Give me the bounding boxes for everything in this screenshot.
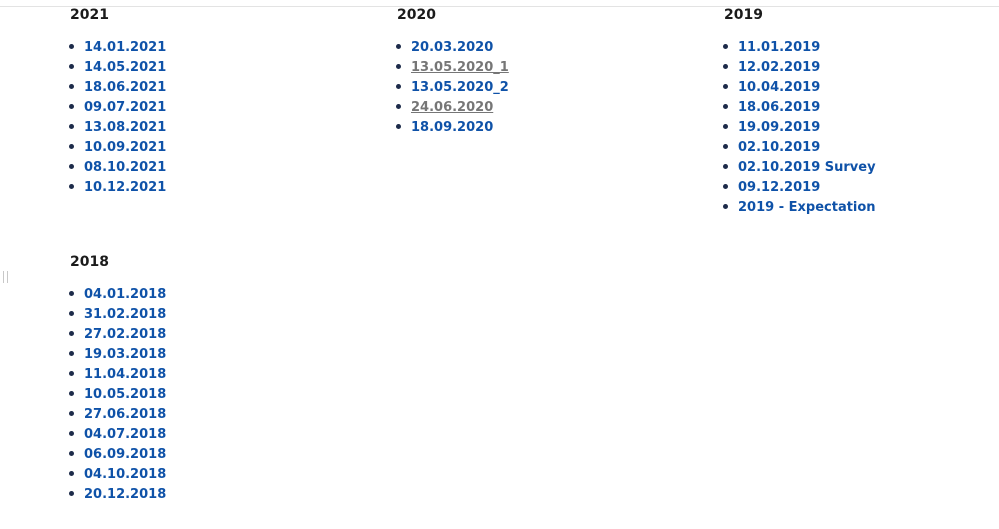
list-item: 18.09.2020 [396, 116, 509, 136]
date-link[interactable]: 31.02.2018 [84, 307, 166, 322]
list-item: 18.06.2021 [68, 76, 166, 96]
list-item: 18.06.2019 [723, 96, 876, 116]
date-link[interactable]: 14.01.2021 [84, 40, 166, 55]
date-link[interactable]: 13.05.2020_1 [411, 60, 509, 75]
date-link[interactable]: 04.01.2018 [84, 287, 166, 302]
date-link[interactable]: 10.04.2019 [738, 80, 820, 95]
list-item: 02.10.2019 [723, 136, 876, 156]
date-link[interactable]: 09.12.2019 [738, 180, 820, 195]
list-item: 11.04.2018 [68, 363, 166, 383]
list-item: 09.07.2021 [68, 96, 166, 116]
list-item: 04.10.2018 [68, 463, 166, 483]
date-link-list: 04.01.2018 31.02.2018 27.02.2018 19.03.2018… [68, 283, 166, 503]
date-link[interactable]: 10.05.2018 [84, 387, 166, 402]
list-item: 09.12.2019 [723, 176, 876, 196]
date-link[interactable]: 19.09.2019 [738, 120, 820, 135]
date-link[interactable]: 12.02.2019 [738, 60, 820, 75]
list-item: 31.02.2018 [68, 303, 166, 323]
list-item: 19.03.2018 [68, 343, 166, 363]
list-item: 13.08.2021 [68, 116, 166, 136]
list-item: 04.01.2018 [68, 283, 166, 303]
date-link[interactable]: 11.01.2019 [738, 40, 820, 55]
date-link-list: 14.01.2021 14.05.2021 18.06.2021 09.07.2021… [68, 36, 166, 196]
list-item: 14.01.2021 [68, 36, 166, 56]
date-link[interactable]: 10.12.2021 [84, 180, 166, 195]
date-link[interactable]: 02.10.2019 [738, 140, 820, 155]
year-section-2020: 2020 20.03.2020 13.05.2020_1 13.05.2020_2 2… [396, 6, 509, 136]
list-item: 13.05.2020_2 [396, 76, 509, 96]
year-section-2019: 2019 11.01.2019 12.02.2019 10.04.2019 18.06… [723, 6, 876, 216]
year-heading: 2021 [70, 7, 109, 23]
list-item: 27.06.2018 [68, 403, 166, 423]
date-link-list: 11.01.2019 12.02.2019 10.04.2019 18.06.2019… [723, 36, 876, 216]
date-link[interactable]: 27.06.2018 [84, 407, 166, 422]
date-link[interactable]: 20.03.2020 [411, 40, 493, 55]
date-link-list: 20.03.2020 13.05.2020_1 13.05.2020_2 24.06.… [396, 36, 509, 136]
year-heading: 2020 [397, 7, 436, 23]
date-link[interactable]: 20.12.2018 [84, 487, 166, 502]
list-item: 06.09.2018 [68, 443, 166, 463]
date-link[interactable]: 06.09.2018 [84, 447, 166, 462]
date-link[interactable]: 04.07.2018 [84, 427, 166, 442]
list-item: 10.04.2019 [723, 76, 876, 96]
list-item: 14.05.2021 [68, 56, 166, 76]
list-item: 13.05.2020_1 [396, 56, 509, 76]
date-link[interactable]: 02.10.2019 Survey [738, 160, 876, 175]
date-link[interactable]: 2019 - Expectation [738, 200, 876, 215]
list-item: 02.10.2019 Survey [723, 156, 876, 176]
year-heading: 2018 [70, 254, 109, 270]
date-link[interactable]: 24.06.2020 [411, 100, 493, 115]
date-link[interactable]: 09.07.2021 [84, 100, 166, 115]
date-link[interactable]: 11.04.2018 [84, 367, 166, 382]
date-link[interactable]: 18.09.2020 [411, 120, 493, 135]
date-link[interactable]: 13.05.2020_2 [411, 80, 509, 95]
list-item: 08.10.2021 [68, 156, 166, 176]
year-section-2018: 2018 04.01.2018 31.02.2018 27.02.2018 19.03… [68, 253, 166, 503]
list-item: 04.07.2018 [68, 423, 166, 443]
year-heading: 2019 [724, 7, 763, 23]
list-item: 20.03.2020 [396, 36, 509, 56]
list-item: 11.01.2019 [723, 36, 876, 56]
resize-handle[interactable] [3, 271, 8, 283]
list-item: 20.12.2018 [68, 483, 166, 503]
year-section-2021: 2021 14.01.2021 14.05.2021 18.06.2021 09.07… [68, 6, 166, 196]
date-link[interactable]: 18.06.2021 [84, 80, 166, 95]
date-link[interactable]: 14.05.2021 [84, 60, 166, 75]
list-item: 10.09.2021 [68, 136, 166, 156]
list-item: 10.05.2018 [68, 383, 166, 403]
date-link[interactable]: 27.02.2018 [84, 327, 166, 342]
date-link[interactable]: 10.09.2021 [84, 140, 166, 155]
list-item: 27.02.2018 [68, 323, 166, 343]
list-item: 10.12.2021 [68, 176, 166, 196]
date-link[interactable]: 08.10.2021 [84, 160, 166, 175]
date-link[interactable]: 13.08.2021 [84, 120, 166, 135]
date-link[interactable]: 18.06.2019 [738, 100, 820, 115]
list-item: 2019 - Expectation [723, 196, 876, 216]
date-link[interactable]: 04.10.2018 [84, 467, 166, 482]
list-item: 12.02.2019 [723, 56, 876, 76]
date-link[interactable]: 19.03.2018 [84, 347, 166, 362]
list-item: 24.06.2020 [396, 96, 509, 116]
list-item: 19.09.2019 [723, 116, 876, 136]
